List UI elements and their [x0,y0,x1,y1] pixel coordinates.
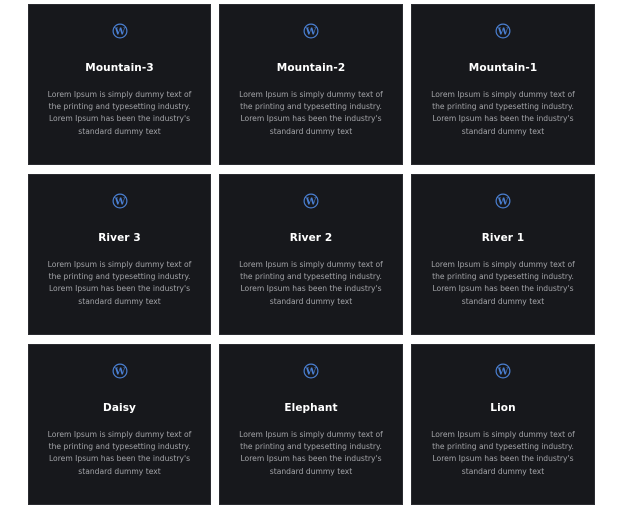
card-description: Lorem Ipsum is simply dummy text of the … [239,90,383,136]
portfolio-card-7[interactable]: W Daisy Lorem Ipsum is simply dummy text… [28,344,211,505]
portfolio-grid: W Mountain-3 Lorem Ipsum is simply dummy… [28,4,595,505]
portfolio-card-5[interactable]: W River 2 Lorem Ipsum is simply dummy te… [219,174,403,335]
card-title: Daisy [103,402,136,414]
wordpress-icon: W [112,363,127,379]
portfolio-card-1[interactable]: W Mountain-3 Lorem Ipsum is simply dummy… [28,4,211,165]
card-title: River 1 [481,232,525,244]
wordpress-icon: W [303,363,319,379]
wordpress-icon: W [303,23,319,39]
portfolio-card-8[interactable]: W Elephant Lorem Ipsum is simply dummy t… [219,344,403,505]
card-description: Lorem Ipsum is simply dummy text of the … [239,430,383,476]
card-title: River 3 [98,232,141,244]
card-title: Mountain-1 [468,62,538,74]
card-title: Elephant [284,402,338,414]
portfolio-card-9[interactable]: W Lion Lorem Ipsum is simply dummy text … [411,344,595,505]
portfolio-card-2[interactable]: W Mountain-2 Lorem Ipsum is simply dummy… [219,4,403,165]
svg-text:W: W [305,196,317,207]
svg-text:W: W [305,26,317,37]
svg-text:W: W [497,196,509,207]
wordpress-icon: W [495,193,511,209]
wordpress-icon: W [303,193,319,209]
card-title: Mountain-2 [276,62,346,74]
wordpress-icon: W [112,193,127,209]
card-description: Lorem Ipsum is simply dummy text of the … [431,430,575,476]
wordpress-icon: W [112,23,127,39]
card-description: Lorem Ipsum is simply dummy text of the … [47,90,192,136]
card-title: River 2 [289,232,333,244]
card-description: Lorem Ipsum is simply dummy text of the … [47,260,192,306]
svg-text:W: W [305,366,317,377]
card-description: Lorem Ipsum is simply dummy text of the … [239,260,383,306]
portfolio-card-6[interactable]: W River 1 Lorem Ipsum is simply dummy te… [411,174,595,335]
card-title: Lion [490,402,516,414]
card-description: Lorem Ipsum is simply dummy text of the … [431,260,575,306]
wordpress-icon: W [495,363,511,379]
svg-text:W: W [113,366,125,377]
wordpress-icon: W [495,23,511,39]
portfolio-card-4[interactable]: W River 3 Lorem Ipsum is simply dummy te… [28,174,211,335]
svg-text:W: W [497,26,509,37]
portfolio-card-3[interactable]: W Mountain-1 Lorem Ipsum is simply dummy… [411,4,595,165]
card-description: Lorem Ipsum is simply dummy text of the … [431,90,575,136]
card-description: Lorem Ipsum is simply dummy text of the … [47,430,192,476]
svg-text:W: W [113,26,125,37]
svg-text:W: W [113,196,125,207]
svg-text:W: W [497,366,509,377]
card-title: Mountain-3 [85,62,154,74]
